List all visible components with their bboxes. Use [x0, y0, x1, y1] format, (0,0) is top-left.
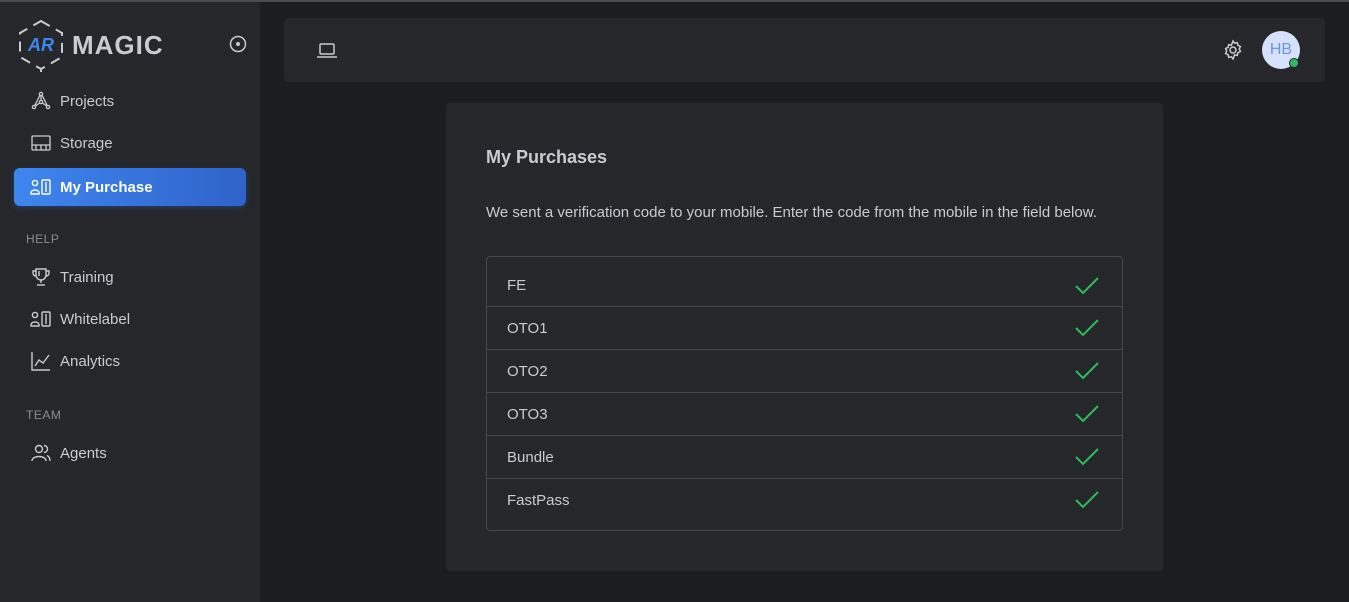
users-icon — [30, 442, 52, 464]
page-title: My Purchases — [486, 147, 608, 167]
list-item-label: FastPass — [507, 491, 570, 509]
sidebar-item-label: Whitelabel — [60, 310, 131, 328]
list-item: OTO1 — [487, 307, 1122, 350]
check-icon — [1075, 405, 1099, 423]
logo-text: MAGIC — [72, 29, 164, 60]
list-item-label: OTO2 — [507, 362, 548, 380]
list-item: OTO3 — [487, 393, 1122, 436]
section-label-team: TEAM — [26, 408, 62, 422]
sidebar-item-my-purchase[interactable]: My Purchase — [14, 168, 246, 206]
section-label-help: HELP — [26, 232, 60, 246]
sidebar-item-label: Projects — [60, 92, 115, 110]
logo-mark-icon: AR — [19, 19, 63, 72]
top-bar: HB — [284, 18, 1325, 82]
check-icon — [1075, 491, 1099, 509]
app-logo[interactable]: AR MAGIC — [16, 16, 176, 74]
list-item: OTO2 — [487, 350, 1122, 393]
laptop-icon — [317, 43, 337, 58]
list-item-label: OTO3 — [507, 405, 548, 423]
circle-dot-icon — [229, 35, 247, 53]
sidebar-item-projects[interactable]: Projects — [14, 82, 246, 120]
svg-text:AR: AR — [27, 35, 54, 55]
list-item-label: FE — [507, 277, 527, 294]
sidebar-item-label: Analytics — [60, 352, 121, 370]
list-item: FastPass — [487, 479, 1122, 529]
sidebar-item-label: Storage — [60, 134, 113, 152]
sidebar-item-analytics[interactable]: Analytics — [14, 342, 246, 380]
check-icon — [1075, 319, 1099, 337]
sidebar-item-label: Agents — [60, 444, 107, 462]
laptop-button[interactable] — [316, 39, 338, 61]
list-item-label: OTO1 — [507, 319, 548, 337]
avatar-initials: HB — [1269, 41, 1293, 58]
list-item: Bundle — [487, 436, 1122, 479]
storage-icon — [30, 132, 52, 154]
whitelabel-icon — [30, 308, 52, 330]
purchases-card: My Purchases We sent a verification code… — [446, 103, 1163, 571]
gear-icon — [1224, 39, 1242, 61]
sidebar-item-label: Training — [60, 268, 114, 286]
projects-icon — [30, 90, 52, 112]
analytics-icon — [30, 350, 52, 372]
list-item-label: Bundle — [507, 448, 554, 466]
list-item: FE — [487, 257, 1122, 307]
card-description: We sent a verification code to your mobi… — [486, 204, 1097, 221]
trophy-icon — [30, 266, 52, 288]
sidebar-item-training[interactable]: Training — [14, 258, 246, 296]
sidebar-item-whitelabel[interactable]: Whitelabel — [14, 300, 246, 338]
sidebar-collapse-button[interactable] — [228, 34, 248, 54]
sidebar-item-storage[interactable]: Storage — [14, 124, 246, 162]
check-icon — [1075, 448, 1099, 466]
settings-button[interactable] — [1222, 39, 1244, 61]
check-icon — [1075, 362, 1099, 380]
purchase-list: FE OTO1 OTO2 OTO3 Bundle FastPass — [486, 256, 1123, 531]
online-status-dot — [1289, 58, 1299, 68]
check-icon — [1075, 276, 1099, 294]
sidebar-item-agents[interactable]: Agents — [14, 434, 246, 472]
sidebar-item-label: My Purchase — [60, 178, 153, 196]
sidebar: AR MAGIC Projects Storage My Purchase HE… — [0, 2, 260, 602]
purchase-icon — [30, 176, 52, 198]
